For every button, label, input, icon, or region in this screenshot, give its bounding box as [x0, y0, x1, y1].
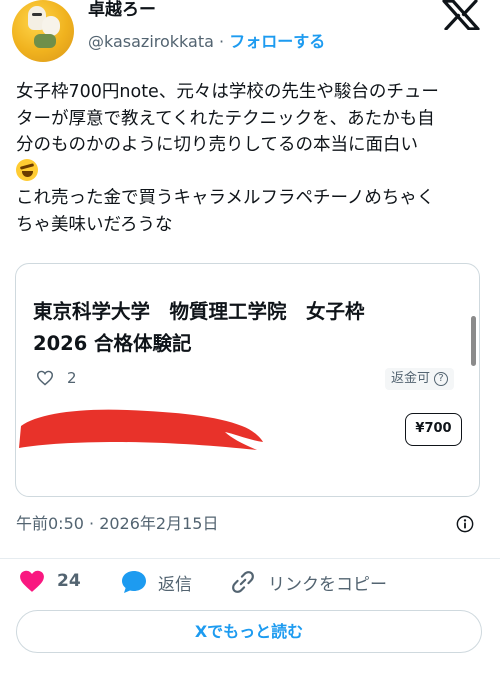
reply-bubble-icon	[122, 571, 146, 593]
timestamp[interactable]: 午前0:50 · 2026年2月15日	[16, 513, 218, 535]
refund-badge: 返金可 ?	[385, 368, 455, 390]
link-icon	[232, 571, 254, 593]
x-logo-icon[interactable]	[441, 0, 481, 30]
card-title-line: 東京科学大学 物質理工学院 女子枠	[33, 300, 365, 323]
handle-row: @kasazirokkata · フォローする	[88, 31, 325, 53]
read-more-on-x-button[interactable]: Xでもっと読む	[16, 610, 482, 653]
reply-button[interactable]: 返信	[120, 569, 192, 595]
avatar[interactable]	[12, 0, 74, 62]
tweet-line: ちゃ美味いだろうな	[16, 214, 173, 235]
handle[interactable]: @kasazirokkata	[88, 32, 214, 51]
follow-button[interactable]: フォローする	[229, 32, 325, 51]
display-name[interactable]: 卓越ろー	[88, 0, 156, 20]
like-button[interactable]: 24	[19, 569, 81, 593]
info-icon[interactable]	[456, 515, 474, 533]
tweet-line: これ売った金で買うキャラメルフラペチーノめちゃく	[16, 188, 435, 208]
handle-separator: ·	[219, 32, 225, 51]
divider	[0, 558, 500, 559]
heart-filled-icon	[20, 570, 44, 592]
like-count: 24	[57, 571, 81, 591]
tweet-line: ターが厚意で教えてくれたテクニックを、あたかも自	[16, 108, 435, 129]
copy-link-label: リンクをコピー	[268, 574, 387, 595]
heart-outline-icon[interactable]	[36, 370, 54, 386]
reply-label: 返信	[158, 574, 192, 595]
tweet-line: 女子枠700円note、元々は学校の先生や駿台のチュー	[16, 82, 439, 102]
help-circle-icon[interactable]: ?	[434, 372, 449, 386]
tweet-line: 分のものかのように切り売りしてるの本当に面白い	[16, 135, 418, 155]
redaction-scribble	[19, 409, 263, 450]
tweet-emoji-line	[16, 158, 486, 186]
card-title-line: 2026 合格体験記	[33, 332, 192, 355]
card-title[interactable]: 東京科学大学 物質理工学院 女子枠 2026 合格体験記	[33, 296, 453, 360]
tweet-text: 女子枠700円note、元々は学校の先生や駿台のチュー ターが厚意で教えてくれた…	[16, 79, 486, 238]
card-like-count: 2	[67, 369, 77, 387]
rofl-emoji-icon	[16, 158, 38, 181]
copy-link-button[interactable]: リンクをコピー	[230, 569, 387, 595]
card-scrollbar[interactable]	[471, 316, 476, 366]
refund-label: 返金可	[391, 371, 431, 386]
price-button[interactable]: ¥700	[405, 413, 462, 446]
